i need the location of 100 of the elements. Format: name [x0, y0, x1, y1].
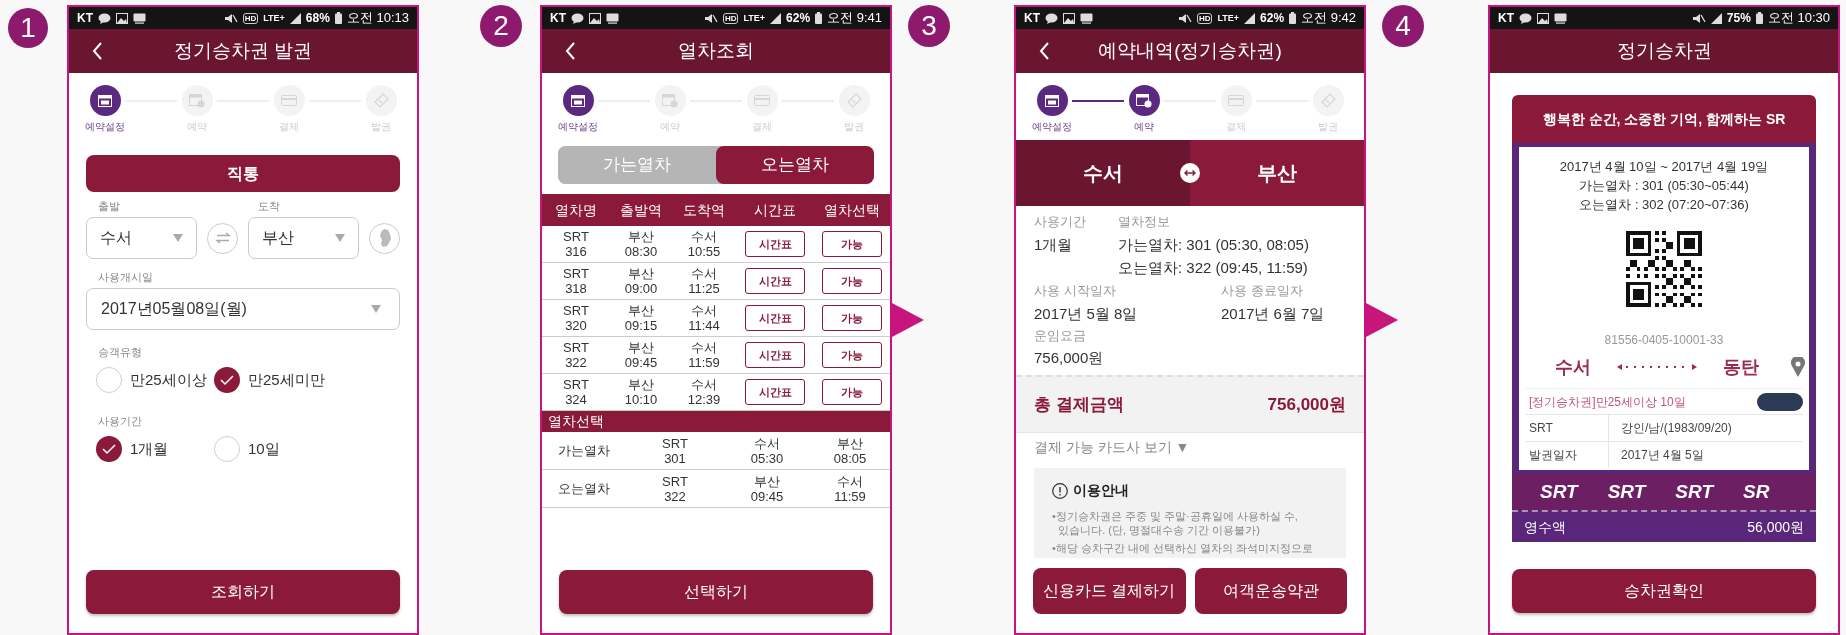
image-icon [1063, 12, 1075, 24]
clock-text: 오전 10:13 [346, 9, 409, 28]
field-label: 도착 [258, 200, 280, 213]
primary-button[interactable]: 승차권확인 [1512, 569, 1816, 613]
timetable-button[interactable]: 시간표 [745, 231, 805, 257]
hd-indicator: HD [1196, 12, 1213, 24]
card-icon [754, 95, 770, 106]
select-train-button[interactable]: 가능 [822, 379, 882, 405]
back-icon [91, 42, 103, 60]
network-indicator: LTE+ [1217, 13, 1240, 23]
caret-icon [335, 234, 345, 242]
card-list-toggle[interactable]: 결제 가능 카드사 보기 ▼ [1034, 437, 1190, 458]
field-value: 가는열차: 301 (05:30, 08:05) [1118, 235, 1310, 255]
timetable-button[interactable]: 시간표 [745, 342, 805, 368]
table-cell-text: 부산 10:10 [623, 377, 659, 407]
origin-station: 수서 [1555, 355, 1591, 379]
destination-station: 부산 [1190, 140, 1364, 206]
radio-option[interactable]: 1개월 [96, 436, 214, 462]
battery-icon [334, 12, 342, 24]
battery-text: 62% [786, 10, 811, 27]
image-icon [1537, 12, 1549, 24]
table-cell-text: 수서 05:30 [749, 435, 785, 466]
step-label: 예약설정 [85, 120, 125, 134]
calendar-icon [98, 94, 112, 107]
clock-text: 오전 9:41 [827, 9, 882, 28]
message-box-icon [1080, 12, 1093, 24]
ticket-icon [1320, 93, 1336, 108]
notice-text: •해당 승차구간 내에 선택하신 열차의 좌석미지정으로 [1052, 541, 1315, 555]
select-train-button[interactable]: 가능 [822, 268, 882, 294]
network-indicator: LTE+ [263, 13, 285, 23]
caret-icon [173, 234, 183, 242]
table-cell-text: SRT 320 [562, 303, 590, 333]
chat-bubble-icon [1045, 12, 1058, 24]
step-label: 예약설정 [558, 120, 598, 134]
ticket-code: 81556-0405-10001-33 [1603, 332, 1725, 349]
image-icon [116, 12, 128, 24]
table-cell-text: 수서 10:55 [686, 229, 722, 259]
station-dropdown[interactable]: 수서 [86, 217, 197, 259]
section-title: 열차선택 [548, 412, 604, 431]
primary-button[interactable]: 여객운송약관 [1194, 568, 1347, 614]
table-cell: 발권일자 [1525, 442, 1609, 468]
destination-station: 동탄 [1723, 355, 1759, 379]
radio-option[interactable]: 만25세미만 [214, 367, 332, 393]
calendar-check-icon [662, 93, 678, 108]
primary-button[interactable]: 조회하기 [86, 570, 400, 614]
table-cell-text: 부산 09:15 [623, 303, 659, 333]
message-box-icon [606, 12, 619, 24]
select-train-button[interactable]: 가능 [822, 231, 882, 257]
carrier-text: KT [550, 10, 566, 27]
table-cell: SRT [1525, 415, 1609, 441]
battery-icon [1755, 12, 1763, 24]
table-cell-text: 수서 12:39 [686, 377, 722, 407]
field-value: 오는열차: 322 (09:45, 11:59) [1118, 258, 1309, 278]
column-header: 열차명 [554, 200, 598, 220]
field-label: 사용 종료일자 [1221, 282, 1304, 300]
column-header: 시간표 [753, 200, 797, 220]
station-dropdown[interactable]: 부산 [248, 217, 359, 259]
receipt-amount: 56,000원 [1747, 517, 1804, 537]
field-label: 사용개시일 [97, 271, 154, 284]
card-icon [281, 95, 297, 106]
primary-button[interactable]: 신용카드 결제하기 [1033, 568, 1186, 614]
clock-text: 오전 9:42 [1301, 9, 1356, 28]
primary-button[interactable]: 선택하기 [559, 570, 873, 614]
calendar-check-icon [189, 93, 205, 108]
screen-title: 정기승차권 [1615, 38, 1713, 63]
timetable-button[interactable]: 시간표 [745, 268, 805, 294]
timetable-button[interactable]: 시간표 [745, 305, 805, 331]
mute-icon [1177, 12, 1192, 24]
ticket-line: 2017년 4월 10일 ~ 2017년 4월 19일 [1558, 158, 1770, 176]
table-cell-text: SRT 316 [562, 229, 590, 259]
table-cell-text: 강인/남/(1983/09/20) [1620, 420, 1733, 437]
notice-text: •정기승차권은 주중 및 주말·공휴일에 사용하실 수, 있습니다. (단, 명절대수송 기간 이용불가) [1052, 509, 1299, 537]
step-number-badge: 1 [8, 8, 48, 48]
column-header: 출발역 [619, 200, 663, 220]
step-label: 예약설정 [1032, 120, 1072, 134]
brand-text: SRT [1675, 479, 1713, 504]
select-train-button[interactable]: 가능 [822, 342, 882, 368]
timetable-button[interactable]: 시간표 [745, 379, 805, 405]
mute-icon [703, 12, 718, 24]
step-number-badge: 2 [480, 5, 522, 47]
signal-icon [1710, 12, 1722, 24]
battery-text: 68% [305, 10, 330, 27]
table-cell-text: 부산 09:00 [623, 266, 659, 296]
radio-option[interactable]: 10일 [214, 436, 332, 462]
field-label: 운임요금 [1034, 327, 1087, 345]
select-train-button[interactable]: 가능 [822, 305, 882, 331]
radio-option[interactable]: 만25세이상 [96, 367, 214, 393]
date-dropdown[interactable]: 2017년05월08일(월) [86, 288, 400, 330]
card-icon [1228, 95, 1244, 106]
direction-tab[interactable]: 오는열차 [716, 146, 874, 184]
brand-text: SRT [1607, 479, 1646, 504]
origin-station: 수서 [1016, 140, 1190, 206]
ticket-line: 가는열차 : 301 (05:30~05:44) [1578, 177, 1750, 195]
route-type-button[interactable]: 직통 [86, 155, 400, 192]
ticket-slogan: 행복한 순간, 소중한 기억, 함께하는 SR [1512, 95, 1816, 143]
table-cell-text: 부산 08:30 [623, 229, 659, 259]
field-value: 2017년 6월 7일 [1221, 304, 1326, 324]
field-label: 사용 시작일자 [1034, 282, 1117, 300]
signal-icon [289, 12, 301, 24]
calendar-icon [571, 94, 585, 107]
